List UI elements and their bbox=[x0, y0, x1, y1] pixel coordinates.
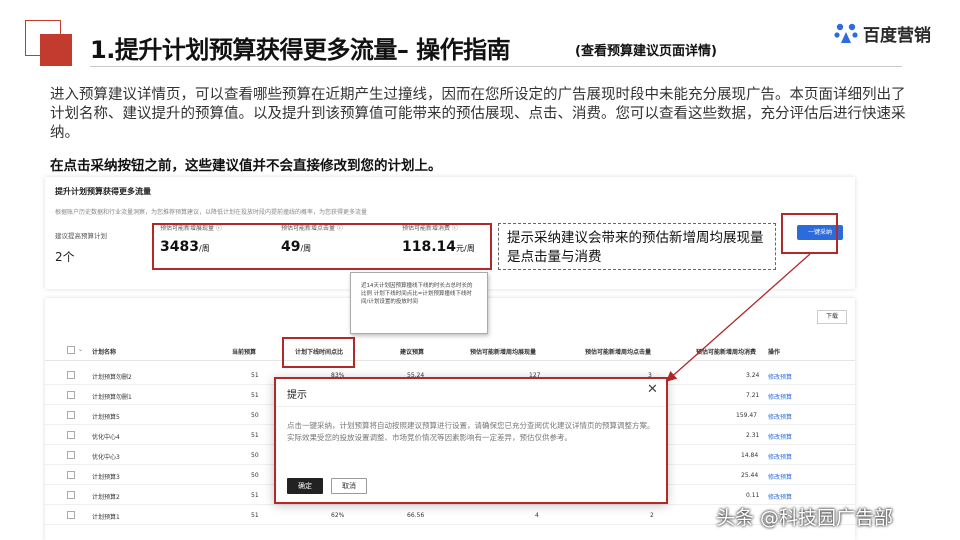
edit-budget-link[interactable]: 修改预算 bbox=[768, 392, 792, 401]
offline-ratio: 62% bbox=[331, 512, 345, 519]
ratio-column-highlight-box bbox=[282, 337, 355, 368]
current-budget: 51 bbox=[251, 432, 259, 439]
col-est-cost[interactable]: 预估可能新增周均消费 bbox=[696, 347, 756, 356]
est-cost: 0.11 bbox=[746, 492, 760, 499]
est-cost: 159.47 bbox=[736, 412, 757, 419]
baidu-paw-icon bbox=[834, 23, 858, 43]
current-budget: 51 bbox=[251, 492, 259, 499]
plan-name: 计划预算勿删2 bbox=[92, 374, 132, 381]
callout-note: 提示采纳建议会带来的预估新增周均展现量是点击量与消费 bbox=[498, 223, 776, 270]
plan-count-label: 建议提高预算计划 bbox=[55, 232, 107, 240]
close-icon[interactable]: ✕ bbox=[647, 382, 658, 397]
title-divider bbox=[90, 66, 902, 67]
edit-budget-link[interactable]: 修改预算 bbox=[768, 432, 792, 441]
download-button[interactable]: 下载 bbox=[817, 310, 847, 324]
est-cost: 3.24 bbox=[746, 372, 760, 379]
col-current-budget[interactable]: 当前预算 bbox=[232, 347, 256, 356]
col-plan-name[interactable]: 计划名称 bbox=[92, 347, 116, 356]
est-impressions: 4 bbox=[535, 512, 539, 519]
est-cost: 14.84 bbox=[741, 452, 759, 459]
row-checkbox[interactable] bbox=[67, 451, 75, 459]
plan-name: 计划预算3 bbox=[92, 474, 120, 481]
row-checkbox[interactable] bbox=[67, 491, 75, 499]
row-checkbox[interactable] bbox=[67, 391, 75, 399]
edit-budget-link[interactable]: 修改预算 bbox=[768, 492, 792, 501]
slide-subtitle: (查看预算建议页面详情) bbox=[575, 44, 717, 59]
baidu-logo: 百度营销 bbox=[833, 20, 931, 46]
row-checkbox[interactable] bbox=[67, 511, 75, 519]
plan-name: 优化中心4 bbox=[92, 434, 120, 441]
suggested-budget: 66.56 bbox=[407, 512, 425, 519]
title-decoration-square bbox=[40, 34, 72, 66]
row-checkbox[interactable] bbox=[67, 471, 75, 479]
edit-budget-link[interactable]: 修改预算 bbox=[768, 412, 792, 421]
cancel-button[interactable]: 取消 bbox=[331, 478, 367, 494]
col-action: 操作 bbox=[768, 349, 781, 356]
confirm-dialog: 提示 ✕ 点击一键采纳，计划预算将自动按照建议预算进行设置，请确保您已充分查阅优… bbox=[274, 377, 667, 503]
current-budget: 50 bbox=[251, 412, 259, 419]
logo-text: 百度营销 bbox=[863, 25, 931, 46]
plan-name: 计划预算2 bbox=[92, 494, 120, 501]
current-budget: 50 bbox=[251, 452, 259, 459]
current-budget: 51 bbox=[251, 372, 259, 379]
row-checkbox[interactable] bbox=[67, 431, 75, 439]
dialog-body: 点击一键采纳，计划预算将自动按照建议预算进行设置，请确保您已充分查阅优化建议详情… bbox=[287, 421, 655, 442]
edit-budget-link[interactable]: 修改预算 bbox=[768, 472, 792, 481]
plan-count-value: 2个 bbox=[55, 250, 75, 264]
intro-paragraph: 进入预算建议详情页，可以查看哪些预算在近期产生过撞线，因而在您所设定的广告展现时… bbox=[50, 87, 906, 141]
summary-title: 提升计划预算获得更多流量 bbox=[55, 187, 151, 196]
est-cost: 7.21 bbox=[746, 392, 760, 399]
col-suggested-budget[interactable]: 建议预算 bbox=[400, 347, 424, 356]
current-budget: 51 bbox=[251, 392, 259, 399]
adopt-button-highlight-box bbox=[781, 213, 838, 254]
est-cost: 25.44 bbox=[741, 472, 759, 479]
slide-title: 1.提升计划预算获得更多流量– 操作指南 bbox=[90, 36, 511, 64]
plan-name: 计划预算1 bbox=[92, 514, 120, 521]
row-checkbox[interactable] bbox=[67, 371, 75, 379]
est-cost: 2.31 bbox=[746, 432, 760, 439]
edit-budget-link[interactable]: 修改预算 bbox=[768, 372, 792, 381]
metrics-highlight-box bbox=[152, 223, 492, 270]
plan-name: 优化中心3 bbox=[92, 454, 120, 461]
confirm-button[interactable]: 确定 bbox=[287, 478, 323, 494]
col-est-clicks[interactable]: 预估可能新增周均点击量 bbox=[585, 347, 651, 356]
col-est-impressions[interactable]: 预估可能新增周均展现量 bbox=[470, 347, 536, 356]
current-budget: 50 bbox=[251, 472, 259, 479]
chevron-down-icon[interactable]: ⌄ bbox=[78, 346, 83, 353]
edit-budget-link[interactable]: 修改预算 bbox=[768, 452, 792, 461]
current-budget: 51 bbox=[251, 512, 259, 519]
table-header: ⌄ 计划名称 当前预算 计划下线时间点比 建议预算 预估可能新增周均展现量 预估… bbox=[45, 339, 855, 361]
row-checkbox[interactable] bbox=[67, 411, 75, 419]
summary-description: 根据账户历史数据和行业流量洞察，为您推荐预算建议，以降低计划在投放时段内提前撞线… bbox=[55, 209, 368, 216]
plan-name: 计划预算勿删1 bbox=[92, 394, 132, 401]
dialog-divider bbox=[275, 406, 666, 407]
watermark-text: 头条 @科技园广告部 bbox=[716, 507, 894, 529]
ratio-tooltip: 近14天计划因预算撞线下线的时长占总时长的比例 计划下线时间点比=计划预算撞线下… bbox=[350, 272, 488, 334]
dialog-title: 提示 bbox=[287, 390, 307, 401]
select-all-checkbox[interactable] bbox=[67, 346, 75, 354]
plan-name: 计划预算5 bbox=[92, 414, 120, 421]
warning-text: 在点击采纳按钮之前，这些建议值并不会直接修改到您的计划上。 bbox=[50, 158, 442, 174]
est-clicks: 2 bbox=[650, 512, 654, 519]
